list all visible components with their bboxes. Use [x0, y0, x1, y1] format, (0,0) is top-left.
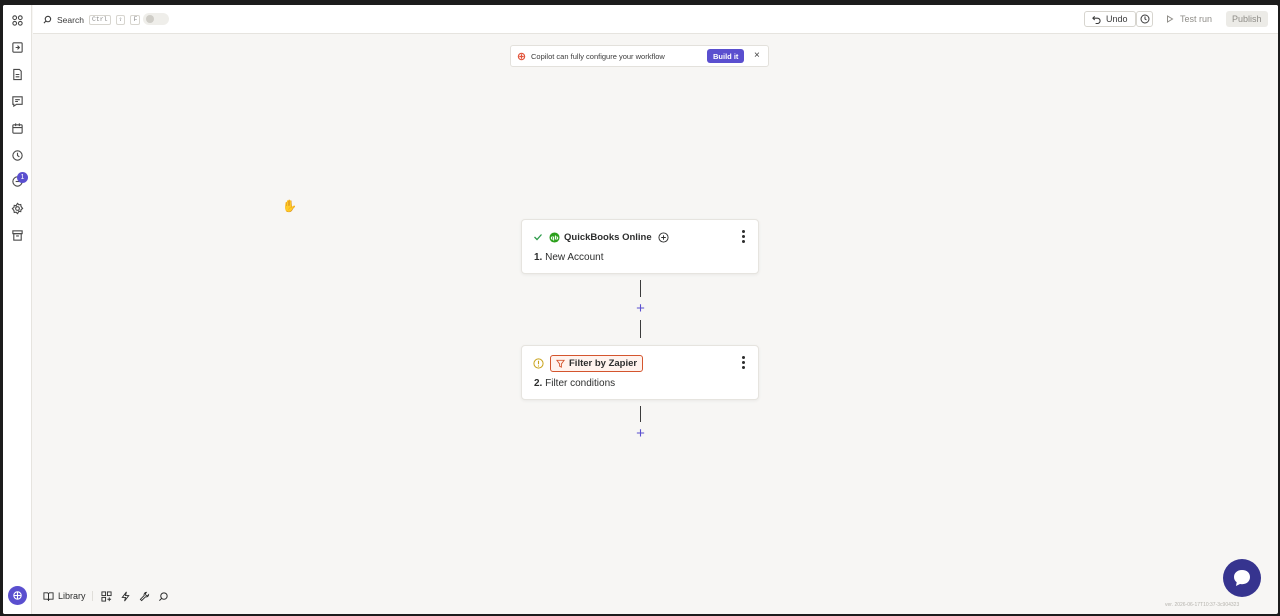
add-step-button-1[interactable]: +	[634, 301, 647, 316]
notification-count-badge: 1	[17, 172, 28, 183]
shortcut-key-shift: ⇧	[115, 14, 126, 25]
step-1-header: qb QuickBooks Online	[533, 229, 669, 245]
add-step-button-2[interactable]: +	[634, 426, 647, 441]
search-button[interactable]: Search Ctrl ⇧ F	[43, 12, 141, 27]
step-1-number: 1.	[534, 252, 543, 263]
chat-bubble-icon	[1234, 570, 1250, 586]
publish-label: Publish	[1232, 14, 1262, 24]
connector-line	[640, 320, 641, 338]
wrench-icon[interactable]	[139, 591, 150, 602]
copilot-logo-icon[interactable]	[8, 586, 27, 605]
step-2-number: 2.	[534, 378, 543, 389]
filter-app-chip[interactable]: Filter by Zapier	[550, 354, 644, 372]
quickbooks-logo-icon: qb	[549, 231, 560, 243]
step-card-2[interactable]: Filter by Zapier 2. Filter conditions	[521, 345, 759, 400]
version-history-button[interactable]	[1136, 11, 1153, 27]
lightning-icon[interactable]	[120, 591, 131, 602]
step-1-title-text: New Account	[545, 252, 604, 263]
version-label: ver. 2026-06-17T10:37-3c904323	[1165, 602, 1240, 608]
banner-text: Copilot can fully configure your workflo…	[531, 51, 665, 61]
step-2-title-text: Filter conditions	[545, 378, 616, 389]
history-clock-icon	[1140, 14, 1149, 24]
connector-line	[640, 406, 641, 422]
calendar-icon[interactable]	[11, 122, 24, 135]
undo-icon	[1092, 15, 1101, 24]
library-label: Library	[58, 591, 86, 601]
copilot-banner: Copilot can fully configure your workflo…	[510, 45, 769, 67]
apps-icon[interactable]	[11, 14, 24, 27]
step-1-more-menu-icon[interactable]	[742, 230, 746, 243]
step-1-app: qb QuickBooks Online	[549, 232, 652, 243]
svg-text:qb: qb	[551, 235, 559, 241]
step-2-more-menu-icon[interactable]	[742, 356, 746, 369]
filter-icon	[556, 359, 565, 368]
step-card-1[interactable]: qb QuickBooks Online 1. New Account	[521, 219, 759, 274]
test-run-label: Test run	[1180, 14, 1213, 24]
toggle-switch[interactable]	[143, 13, 169, 25]
history-icon[interactable]	[11, 149, 24, 162]
step-2-title: 2. Filter conditions	[534, 378, 615, 389]
book-icon	[43, 592, 54, 601]
check-icon	[534, 234, 542, 241]
warning-icon	[533, 357, 544, 369]
zoom-search-icon[interactable]	[158, 591, 169, 602]
library-button[interactable]: Library	[43, 591, 93, 601]
top-bar: Search Ctrl ⇧ F Undo Test run Publish	[33, 5, 1278, 34]
step-2-header: Filter by Zapier	[533, 354, 644, 372]
editor-window: 1 Search Ctrl ⇧ F Undo Test run Publish …	[3, 5, 1278, 614]
document-icon[interactable]	[11, 68, 24, 81]
chat-icon[interactable]	[11, 95, 24, 108]
step-2-app-name: Filter by Zapier	[569, 357, 638, 369]
search-icon	[43, 15, 52, 24]
connector-line	[640, 280, 641, 297]
publish-button[interactable]: Publish	[1226, 11, 1268, 27]
copilot-spark-icon	[517, 52, 526, 60]
chat-button[interactable]	[1223, 559, 1261, 597]
test-run-button[interactable]: Test run	[1162, 11, 1216, 27]
layout-icon[interactable]	[100, 590, 112, 602]
shortcut-key-f: F	[130, 14, 141, 25]
close-icon[interactable]: ×	[754, 50, 760, 62]
step-1-title: 1. New Account	[534, 252, 604, 263]
build-it-button[interactable]: Build it	[707, 49, 745, 63]
undo-label: Undo	[1106, 14, 1128, 24]
archive-icon[interactable]	[11, 229, 24, 242]
search-label: Search	[57, 14, 84, 25]
zap-import-icon[interactable]	[11, 41, 24, 54]
hand-cursor-icon: ✋	[282, 199, 297, 213]
play-icon	[1167, 15, 1174, 23]
settings-icon[interactable]	[11, 202, 24, 215]
add-app-icon[interactable]	[658, 231, 669, 243]
bottom-toolbar: Library	[43, 588, 169, 604]
shortcut-key-ctrl: Ctrl	[88, 14, 111, 25]
undo-button[interactable]: Undo	[1084, 11, 1136, 27]
step-1-app-name: QuickBooks Online	[564, 231, 652, 243]
left-rail: 1	[3, 5, 32, 614]
